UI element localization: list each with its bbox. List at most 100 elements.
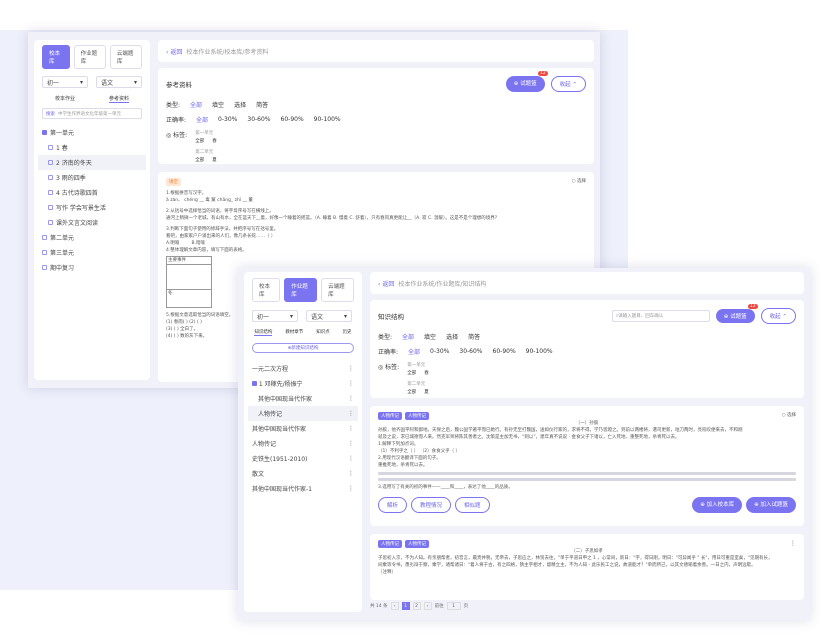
tab-cloud-bank[interactable]: 云端题库 bbox=[109, 45, 143, 69]
checkbox-icon[interactable] bbox=[42, 130, 47, 135]
tree-unit-2[interactable]: 第二单元 bbox=[38, 230, 146, 245]
basket-button[interactable]: ⊕ 试题篮 12 bbox=[715, 304, 758, 323]
subtab-knowledge-structure[interactable]: 知识结构 bbox=[254, 329, 273, 336]
checkbox-icon[interactable] bbox=[48, 220, 53, 225]
checkbox-icon[interactable] bbox=[42, 235, 47, 240]
tree-subitem-biography[interactable]: 人物传记 ⋮ bbox=[248, 406, 358, 421]
analysis-button[interactable]: 解析 bbox=[378, 497, 408, 513]
tree-unit-1[interactable]: 第一单元 bbox=[38, 125, 146, 140]
tree-item-2[interactable]: 2 济南的冬天 bbox=[38, 155, 146, 170]
subject-select[interactable]: 语文 ▾ bbox=[96, 76, 142, 88]
tab-school-library[interactable]: 校本库 bbox=[252, 278, 281, 302]
more-icon[interactable]: ⋮ bbox=[348, 395, 354, 402]
type-option[interactable]: 简答 bbox=[256, 100, 268, 109]
more-icon[interactable]: ⋮ bbox=[348, 380, 354, 387]
add-to-basket-button[interactable]: ⊕ 加入试题篮 bbox=[746, 497, 796, 513]
back-link[interactable]: ‹ 返回 bbox=[166, 47, 182, 56]
checkbox-icon[interactable] bbox=[42, 265, 47, 270]
new-structure-button[interactable]: ⊕ 新建知识结构 bbox=[252, 343, 354, 353]
checkbox-icon[interactable] bbox=[48, 160, 53, 165]
tree-item-6[interactable]: 课外文言文阅读 bbox=[38, 215, 146, 230]
goto-input[interactable]: 1 bbox=[446, 602, 461, 610]
tab-homework-bank[interactable]: 作业题库 bbox=[73, 45, 106, 69]
question-search-input[interactable]: ⌕ 请输入题目、回车确认 bbox=[611, 310, 710, 322]
rate-option[interactable]: 0-30% bbox=[430, 348, 449, 355]
collapse-button[interactable]: 收起 ⌃ bbox=[550, 76, 586, 92]
tree-item-5[interactable]: 写作 学会写景生活 bbox=[38, 200, 146, 215]
tree-subitem-authors[interactable]: 其他中国现当代作家 ⋮ bbox=[248, 391, 358, 406]
type-option[interactable]: 填空 bbox=[424, 332, 436, 341]
next-page-button[interactable]: › bbox=[423, 602, 432, 610]
tree-item-shi[interactable]: 史铁生(1951-2010) ⋮ bbox=[248, 451, 358, 466]
rate-option[interactable]: 60-90% bbox=[493, 348, 516, 355]
rate-option[interactable]: 0-30% bbox=[218, 116, 237, 123]
subtab-knowledge-point[interactable]: 知识点 bbox=[316, 329, 330, 336]
rate-option[interactable]: 30-60% bbox=[247, 116, 270, 123]
subject-select[interactable]: 语文 ▾ bbox=[306, 310, 352, 322]
usage-button[interactable]: 教程情况 bbox=[411, 497, 452, 513]
type-option[interactable]: 全部 bbox=[402, 332, 414, 341]
rate-option[interactable]: 全部 bbox=[408, 347, 420, 356]
tree-item-authors-1[interactable]: 其他中国现当代作家-1 ⋮ bbox=[248, 481, 358, 496]
back-link[interactable]: ‹ 返回 bbox=[378, 279, 394, 288]
tree-search-input[interactable]: 搜索 中学生作界语文化年级第一单元 bbox=[42, 108, 142, 119]
search-button[interactable]: 搜索 bbox=[43, 111, 58, 117]
tab-cloud-bank[interactable]: 云端题库 bbox=[321, 278, 354, 302]
more-icon[interactable]: ⋮ bbox=[348, 410, 354, 417]
select-toggle[interactable]: ○ 选择 bbox=[782, 412, 796, 420]
rate-option[interactable]: 60-90% bbox=[281, 116, 304, 123]
type-option[interactable]: 选择 bbox=[234, 100, 246, 109]
more-icon[interactable]: ⋮ bbox=[348, 470, 354, 477]
more-icon[interactable]: ⋮ bbox=[348, 440, 354, 447]
checkbox-icon[interactable] bbox=[42, 250, 47, 255]
subtab-textbook[interactable]: 教材章节 bbox=[285, 329, 303, 336]
collapse-button[interactable]: 收起 ⌃ bbox=[760, 308, 796, 324]
rate-option[interactable]: 30-60% bbox=[459, 348, 482, 355]
tag-option[interactable]: 全部 bbox=[195, 157, 204, 163]
tag-option[interactable]: 全部 bbox=[407, 389, 416, 395]
checkbox-icon[interactable] bbox=[48, 145, 53, 150]
more-icon[interactable]: ⋮ bbox=[790, 540, 796, 548]
basket-button[interactable]: ⊕ 试题篮 12 bbox=[505, 71, 548, 92]
type-option[interactable]: 选择 bbox=[446, 332, 458, 341]
more-icon[interactable]: ⋮ bbox=[348, 365, 354, 372]
tag-option[interactable]: 夏 bbox=[424, 389, 429, 395]
subtab-school-homework[interactable]: 校本作业 bbox=[55, 95, 75, 103]
select-toggle[interactable]: ○ 选择 bbox=[572, 178, 586, 186]
type-option[interactable]: 全部 bbox=[190, 100, 202, 109]
tag-option[interactable]: 春 bbox=[424, 370, 429, 376]
checkbox-icon[interactable] bbox=[252, 381, 257, 386]
tree-item-1[interactable]: 1 春 bbox=[38, 140, 146, 155]
tag-option[interactable]: 全部 bbox=[195, 138, 204, 144]
type-option[interactable]: 简答 bbox=[468, 332, 480, 341]
page-button[interactable]: 1 bbox=[401, 602, 410, 610]
rate-option[interactable]: 全部 bbox=[196, 115, 208, 124]
prev-page-button[interactable]: ‹ bbox=[390, 602, 399, 610]
tree-item-quadratic[interactable]: 一元二次方程 ⋮ bbox=[248, 361, 358, 376]
grade-select[interactable]: 初一 ▾ bbox=[252, 310, 298, 322]
tree-item-3[interactable]: 3 雨的四季 bbox=[38, 170, 146, 185]
tag-option[interactable]: 春 bbox=[212, 138, 217, 144]
subtab-reference[interactable]: 参考资料 bbox=[108, 95, 129, 103]
tree-item-deng[interactable]: 1 邓稼先/杨振宁 ⋮ bbox=[248, 376, 358, 391]
tree-midterm[interactable]: 期中复习 bbox=[38, 260, 146, 275]
tab-school-library[interactable]: 校本库 bbox=[42, 45, 70, 69]
more-icon[interactable]: ⋮ bbox=[348, 485, 354, 492]
grade-select[interactable]: 初一 ▾ bbox=[42, 76, 88, 88]
rate-option[interactable]: 90-100% bbox=[314, 116, 341, 123]
more-icon[interactable]: ⋮ bbox=[348, 455, 354, 462]
subtab-history[interactable]: 历史 bbox=[343, 329, 352, 336]
tree-item-biography[interactable]: 人物传记 ⋮ bbox=[248, 436, 358, 451]
add-to-school-button[interactable]: ⊕ 加入校本库 bbox=[692, 497, 743, 513]
checkbox-icon[interactable] bbox=[48, 190, 53, 195]
tree-item-essay[interactable]: 散文 ⋮ bbox=[248, 466, 358, 481]
rate-option[interactable]: 90-100% bbox=[526, 348, 553, 355]
checkbox-icon[interactable] bbox=[48, 205, 53, 210]
similar-button[interactable]: 相似题 bbox=[455, 497, 490, 513]
tree-unit-3[interactable]: 第三单元 bbox=[38, 245, 146, 260]
more-icon[interactable]: ⋮ bbox=[348, 425, 354, 432]
tag-option[interactable]: 全部 bbox=[407, 370, 416, 376]
tree-item-4[interactable]: 4 古代诗歌四首 bbox=[38, 185, 146, 200]
tab-homework-bank[interactable]: 作业题库 bbox=[284, 278, 318, 302]
type-option[interactable]: 填空 bbox=[212, 100, 224, 109]
